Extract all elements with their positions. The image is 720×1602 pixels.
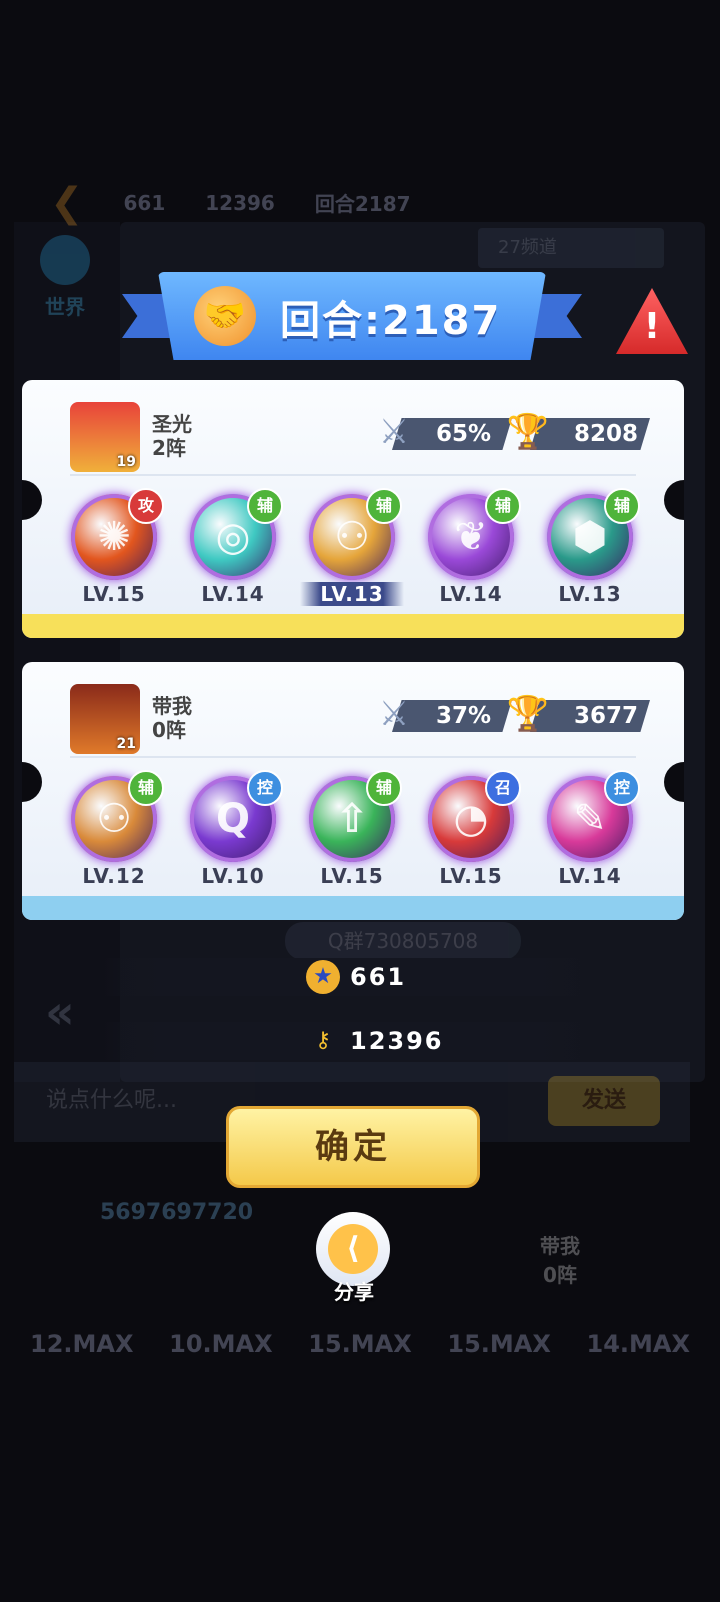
max-level: 12.MAX (30, 1330, 134, 1358)
qq-group-label: Q群730805708 (285, 922, 521, 960)
card-footer (22, 614, 684, 638)
player-name-block: 圣光 2阵 (152, 412, 192, 460)
player-name: 带我 (152, 694, 192, 718)
round-banner: 🤝 回合:2187 (122, 272, 582, 364)
ticket-notch (664, 762, 684, 802)
skill-level: LV.14 (558, 864, 622, 888)
divider (70, 756, 636, 758)
crossed-swords-icon: ⚔ (378, 694, 410, 734)
ticket-notch (22, 762, 42, 802)
bg-count-b: 12396 (205, 190, 275, 215)
win-rate: 37% (436, 703, 492, 729)
win-rate: 65% (436, 421, 492, 447)
chat-placeholder: 说点什么呢... (46, 1088, 177, 1113)
currency-row-keys: ⚷ 12396 (100, 1022, 600, 1060)
skill-slot[interactable]: Q 控 LV.10 (181, 770, 285, 888)
skill-role-badge: 辅 (366, 488, 402, 524)
world-tab: 世界 (30, 235, 100, 320)
skill-level: LV.15 (439, 864, 503, 888)
bg-count-a: 661 (123, 190, 166, 215)
skill-role-badge: 攻 (128, 488, 164, 524)
skill-level: LV.14 (201, 582, 265, 606)
currency-row-stars: ★ 661 (100, 958, 600, 996)
skill-slot[interactable]: ❦ 辅 LV.14 (419, 488, 523, 606)
skill-slot[interactable]: ⇧ 辅 LV.15 (300, 770, 404, 888)
skill-role-badge: 控 (604, 770, 640, 806)
back-chevron-icon: ❮ (50, 179, 84, 226)
channel-select: 27频道 (478, 228, 664, 268)
skill-slot[interactable]: ◎ 辅 LV.14 (181, 488, 285, 606)
crossed-swords-icon: ⚔ (378, 412, 410, 452)
skill-role-badge: 辅 (128, 770, 164, 806)
bg-round: 回合2187 (314, 192, 411, 216)
skill-role-badge: 召 (485, 770, 521, 806)
skill-role-badge: 辅 (485, 488, 521, 524)
skill-role-badge: 辅 (366, 770, 402, 806)
player-formation: 2阵 (152, 436, 186, 460)
star-coin-value: 661 (350, 963, 407, 991)
round-title: 回合:2187 (280, 298, 502, 344)
skill-level: LV.12 (82, 864, 146, 888)
share-label: 分享 (334, 1280, 374, 1304)
max-level: 14.MAX (586, 1330, 690, 1358)
player-name: 圣光 (152, 412, 192, 436)
team-card-1: 19 圣光 2阵 65% ⚔ 8208 🏆 ✺ 攻 LV.15 ◎ 辅 LV.14 ⚇ 辅 LV… (22, 380, 684, 638)
share-button[interactable]: ⟨ (316, 1212, 390, 1286)
player-name-block: 带我 0阵 (152, 694, 192, 742)
bg-sub-label: 带我 0阵 (540, 1234, 580, 1287)
trophy-icon: 🏆 (506, 412, 550, 452)
share-icon: ⟨ (328, 1224, 378, 1274)
skill-slot[interactable]: ◔ 召 LV.15 (419, 770, 523, 888)
confirm-button[interactable]: 确定 (226, 1106, 480, 1188)
background-top-bar: ❮ 661 12396 回合2187 (50, 175, 610, 230)
handshake-icon: 🤝 (194, 286, 256, 346)
ticket-notch (22, 480, 42, 520)
skill-role-badge: 控 (247, 770, 283, 806)
world-tab-label: 世界 (45, 295, 85, 319)
skill-role-badge: 辅 (247, 488, 283, 524)
double-chevron-left-icon: « (45, 985, 75, 1039)
skill-role-badge: 辅 (604, 488, 640, 524)
background-sidebar (14, 222, 120, 1082)
skill-slot[interactable]: ⬢ 辅 LV.13 (538, 488, 642, 606)
player-id: 5697697720 (100, 1200, 254, 1225)
skill-level: LV.13 (300, 582, 404, 606)
trophy-icon: 🏆 (506, 694, 550, 734)
max-level-row: 12.MAX 10.MAX 15.MAX 15.MAX 14.MAX (30, 1330, 690, 1358)
ticket-notch (664, 480, 684, 520)
avatar: 21 (70, 684, 140, 754)
avatar: 19 (70, 402, 140, 472)
key-value: 12396 (350, 1027, 444, 1055)
trophy-count: 3677 (574, 703, 639, 729)
skill-level: LV.15 (320, 864, 384, 888)
skill-slot[interactable]: ✎ 控 LV.14 (538, 770, 642, 888)
send-button: 发送 (548, 1076, 660, 1126)
skill-level: LV.13 (558, 582, 622, 606)
max-level: 10.MAX (169, 1330, 273, 1358)
team-card-2: 21 带我 0阵 37% ⚔ 3677 🏆 ⚇ 辅 LV.12 Q 控 LV.10 ⇧ 辅 LV… (22, 662, 684, 920)
skill-slot[interactable]: ✺ 攻 LV.15 (62, 488, 166, 606)
avatar-level: 21 (116, 736, 136, 752)
max-level: 15.MAX (308, 1330, 412, 1358)
skill-level: LV.10 (201, 864, 265, 888)
max-level: 15.MAX (447, 1330, 551, 1358)
channel-label: 27频道 (498, 237, 557, 258)
player-formation: 0阵 (152, 718, 186, 742)
skill-level: LV.14 (439, 582, 503, 606)
star-coin-icon: ★ (306, 960, 340, 994)
card-footer (22, 896, 684, 920)
skill-level: LV.15 (82, 582, 146, 606)
key-icon: ⚷ (314, 1028, 332, 1053)
skill-slot[interactable]: ⚇ 辅 LV.13 (300, 488, 404, 606)
skill-slot[interactable]: ⚇ 辅 LV.12 (62, 770, 166, 888)
globe-icon (40, 235, 90, 285)
avatar-level: 19 (116, 454, 136, 470)
trophy-count: 8208 (574, 421, 639, 447)
divider (70, 474, 636, 476)
